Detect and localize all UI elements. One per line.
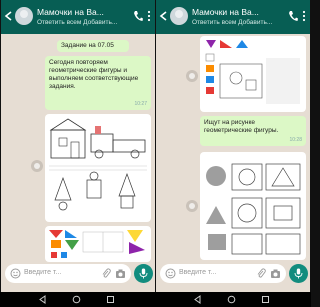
nav-back-icon[interactable]	[193, 295, 202, 304]
chat-header: Мамочки на Ва... Ответить всем Добавить.…	[1, 0, 155, 34]
message-input[interactable]: Введите т...	[179, 269, 216, 276]
nav-home-icon[interactable]	[72, 295, 81, 304]
back-arrow-icon[interactable]	[159, 11, 167, 21]
attach-icon[interactable]	[101, 268, 111, 279]
share-icon[interactable]	[186, 70, 198, 82]
message-bubble-date[interactable]: Задание на 07.05	[57, 40, 129, 52]
avatar[interactable]	[15, 7, 33, 25]
chat-subtitle[interactable]: Ответить всем Добавить...	[192, 19, 276, 26]
camera-icon[interactable]	[270, 268, 281, 279]
message-text: Задание на 07.05	[61, 42, 114, 49]
find-shapes-image	[202, 154, 304, 258]
chat-title[interactable]: Мамочки на Ва...	[37, 7, 121, 17]
nav-recent-icon[interactable]	[261, 295, 270, 304]
call-icon[interactable]	[133, 10, 143, 22]
call-icon[interactable]	[288, 10, 298, 22]
worksheet-image	[47, 116, 149, 220]
message-text: Сегодня повторяем геометрические фигуры …	[49, 59, 139, 90]
chat-subtitle[interactable]: Ответить всем Добавить...	[37, 19, 121, 26]
emoji-icon[interactable]	[165, 268, 176, 279]
mic-button[interactable]	[134, 264, 153, 283]
message-time: 10:28	[289, 137, 302, 143]
nav-back-icon[interactable]	[38, 295, 47, 304]
more-icon[interactable]	[146, 10, 152, 22]
chat-screen-right: Мамочки на Ва... Ответить всем Добавить.…	[156, 0, 310, 292]
message-time: 10:27	[134, 101, 147, 107]
message-bubble-text[interactable]: Сегодня повторяем геометрические фигуры …	[45, 56, 151, 110]
emoji-icon[interactable]	[10, 268, 21, 279]
chat-header: Мамочки на Ва... Ответить всем Добавить.…	[156, 0, 310, 34]
camera-icon[interactable]	[115, 268, 126, 279]
mic-button[interactable]	[289, 264, 308, 283]
nav-recent-icon[interactable]	[106, 295, 115, 304]
image-message-colors[interactable]	[45, 226, 151, 262]
android-nav-bar	[0, 292, 311, 307]
message-input-bar[interactable]: Введите т...	[5, 264, 131, 283]
message-text: Ищут на рисунке геометрические фигуры.	[204, 119, 279, 134]
attach-icon[interactable]	[256, 268, 266, 279]
image-message-shapes[interactable]	[200, 36, 306, 112]
mic-icon	[139, 268, 148, 279]
share-icon[interactable]	[186, 200, 198, 212]
message-input-bar[interactable]: Введите т...	[160, 264, 286, 283]
chat-screen-left: Мамочки на Ва... Ответить всем Добавить.…	[1, 0, 155, 292]
shapes-image	[202, 38, 304, 110]
message-input[interactable]: Введите т...	[24, 269, 61, 276]
mic-icon	[294, 268, 303, 279]
back-arrow-icon[interactable]	[4, 11, 12, 21]
more-icon[interactable]	[301, 10, 307, 22]
image-message-worksheet[interactable]	[45, 114, 151, 222]
nav-home-icon[interactable]	[227, 295, 236, 304]
image-message-find-shapes[interactable]	[200, 152, 306, 260]
chat-title[interactable]: Мамочки на Ва...	[192, 7, 276, 17]
avatar[interactable]	[170, 7, 188, 25]
colors-image	[47, 228, 149, 260]
message-bubble-text[interactable]: Ищут на рисунке геометрические фигуры. 1…	[200, 116, 306, 146]
share-icon[interactable]	[31, 160, 43, 172]
screenshot: Мамочки на Ва... Ответить всем Добавить.…	[0, 0, 311, 307]
